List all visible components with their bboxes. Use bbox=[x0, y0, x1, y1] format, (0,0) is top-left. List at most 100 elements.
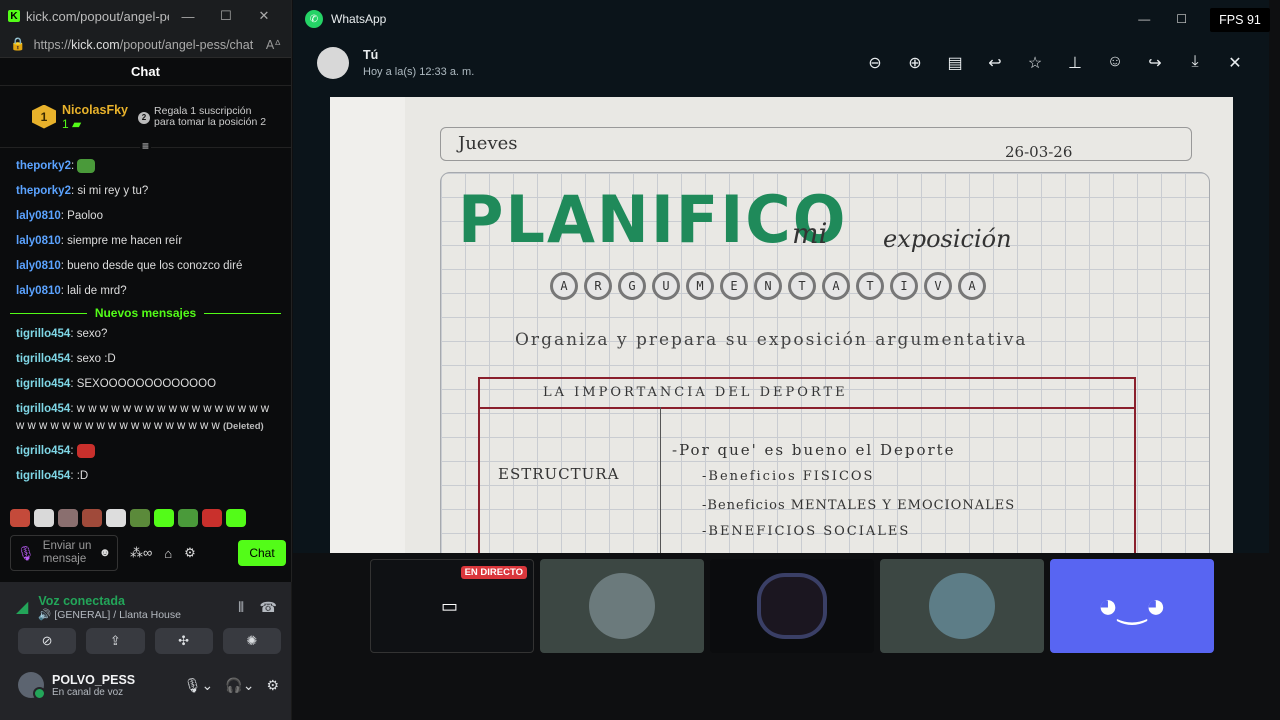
disconnect-icon[interactable]: ☎ bbox=[260, 599, 277, 615]
headphones-icon[interactable]: 🎧⌄ bbox=[225, 677, 254, 694]
chat-text: bueno desde que los conozco diré bbox=[67, 260, 243, 272]
chat-message: tigrillo454: sexo :D bbox=[16, 353, 116, 365]
emote[interactable] bbox=[34, 509, 54, 527]
chat-username[interactable]: theporky2 bbox=[16, 185, 71, 197]
minimize-icon[interactable]: — bbox=[169, 9, 207, 24]
gift-sub-offer[interactable]: 2 Regala 1 suscripción para tomar la pos… bbox=[138, 104, 272, 128]
media-viewer-header: Tú Hoy a la(s) 12:33 a. m. ⊖ ⊕ ▤ ↩ ☆ ⊥ ☺… bbox=[293, 38, 1269, 88]
chat-username[interactable]: laly0810 bbox=[16, 210, 61, 222]
emote[interactable] bbox=[226, 509, 246, 527]
chat-message: laly0810: Paoloo bbox=[16, 210, 103, 222]
kick-popout-window: K kick.com/popout/angel-pes... — ☐ ✕ 🔒 h… bbox=[0, 0, 292, 582]
download-icon[interactable]: ⤓ bbox=[1185, 53, 1205, 73]
emote[interactable] bbox=[58, 509, 78, 527]
close-icon[interactable]: ✕ bbox=[245, 8, 283, 24]
photo-exposicion: exposición bbox=[883, 225, 1012, 253]
emote[interactable] bbox=[82, 509, 102, 527]
soundboard-button[interactable]: ✺ bbox=[222, 628, 281, 654]
voice-connection: ◢ Voz conectada 🔊 [GENERAL] / Llanta Hou… bbox=[0, 582, 291, 624]
photo-bullet: -Beneficios FISICOS bbox=[702, 469, 875, 484]
url-host: kick.com bbox=[71, 37, 120, 52]
participant-tile[interactable] bbox=[880, 559, 1044, 653]
signal-icon[interactable]: ◢ bbox=[16, 597, 28, 617]
gear-icon[interactable]: ⚙ bbox=[184, 545, 196, 561]
voice-channel[interactable]: 🔊 [GENERAL] / Llanta House bbox=[38, 608, 181, 621]
screen-share-button[interactable]: ⇪ bbox=[86, 628, 145, 654]
forward-icon[interactable]: ↪ bbox=[1145, 53, 1165, 73]
address-bar[interactable]: 🔒 https://kick.com/popout/angel-pess/cha… bbox=[0, 32, 291, 58]
pin-icon[interactable]: ⊥ bbox=[1065, 53, 1085, 73]
emoji-icon[interactable]: ☻ bbox=[99, 547, 111, 560]
username: POLVO_PESS bbox=[52, 672, 136, 687]
zoom-out-icon[interactable]: ⊖ bbox=[865, 53, 885, 73]
chat-text: lali de mrd? bbox=[67, 285, 127, 297]
photo-date: 26-03-26 bbox=[1005, 143, 1073, 161]
gift-sub-text: Regala 1 suscripción para tomar la posic… bbox=[154, 104, 267, 128]
store-icon[interactable]: ⌂ bbox=[164, 546, 172, 561]
top-gifters-bar: 1 NicolasFky 1 ▰ 2 Regala 1 suscripción … bbox=[0, 86, 291, 153]
gear-icon[interactable]: ⚙ bbox=[266, 677, 279, 694]
participant-tile[interactable] bbox=[540, 559, 704, 653]
chat-username[interactable]: laly0810 bbox=[16, 285, 61, 297]
close-icon[interactable]: ✕ bbox=[1225, 53, 1245, 73]
emote[interactable] bbox=[154, 509, 174, 527]
star-icon[interactable]: ☆ bbox=[1025, 53, 1045, 73]
maximize-icon[interactable]: ☐ bbox=[207, 8, 245, 24]
participant-tile[interactable]: ◕‿◕ bbox=[1050, 559, 1214, 653]
emote bbox=[76, 443, 95, 458]
send-chat-button[interactable]: Chat bbox=[238, 540, 286, 566]
camera-off-button[interactable]: ⊘ bbox=[18, 628, 77, 654]
avatar[interactable] bbox=[18, 672, 46, 700]
zoom-in-icon[interactable]: ⊕ bbox=[905, 53, 925, 73]
chat-username[interactable]: laly0810 bbox=[16, 260, 61, 272]
emote[interactable] bbox=[130, 509, 150, 527]
chat-text: :D bbox=[76, 470, 89, 482]
whatsapp-window: ✆ WhatsApp — ☐ Tú Hoy a la(s) 12:33 a. m… bbox=[293, 0, 1269, 553]
mic-icon[interactable]: 🎙 bbox=[17, 546, 35, 560]
app-title: WhatsApp bbox=[331, 12, 387, 26]
fps-counter: FPS 91 bbox=[1210, 8, 1270, 32]
participant-tile[interactable] bbox=[710, 559, 874, 653]
gift-icon[interactable]: ⁂∞ bbox=[130, 545, 152, 561]
chat-username[interactable]: theporky2 bbox=[16, 160, 71, 172]
live-badge: EN DIRECTO bbox=[460, 566, 527, 579]
stream-tile[interactable]: EN DIRECTO ▭ bbox=[370, 559, 534, 653]
chat-message: laly0810: siempre me hacen reír bbox=[16, 235, 183, 247]
reader-mode-icon[interactable]: Aᐞ bbox=[266, 37, 281, 52]
go-to-message-icon[interactable]: ▤ bbox=[945, 53, 965, 73]
discord-stream-tiles: EN DIRECTO ▭ ◕‿◕ bbox=[370, 559, 1214, 653]
top-gifter[interactable]: NicolasFky 1 ▰ bbox=[62, 103, 128, 131]
avatar[interactable] bbox=[317, 47, 349, 79]
emote[interactable] bbox=[202, 509, 222, 527]
rank-1-badge: 1 bbox=[32, 104, 56, 129]
photo-bullet: -Por que' es bueno el Deporte bbox=[672, 441, 956, 459]
emote[interactable] bbox=[106, 509, 126, 527]
photo-title: PLANIFICO bbox=[458, 181, 848, 258]
chat-message: tigrillo454: bbox=[0, 439, 291, 464]
chat-username[interactable]: tigrillo454 bbox=[16, 445, 70, 457]
chat-username[interactable]: tigrillo454 bbox=[16, 470, 70, 482]
lock-icon: 🔒 bbox=[10, 37, 26, 51]
react-icon[interactable]: ☺ bbox=[1105, 53, 1125, 73]
chat-username[interactable]: tigrillo454 bbox=[16, 378, 70, 390]
maximize-icon[interactable]: ☐ bbox=[1176, 12, 1187, 26]
chat-username[interactable]: tigrillo454 bbox=[16, 403, 70, 415]
user-area: POLVO_PESS En canal de voz 🎙⌄ 🎧⌄ ⚙ bbox=[0, 672, 291, 700]
message-timestamp: Hoy a la(s) 12:33 a. m. bbox=[363, 66, 475, 78]
emote[interactable] bbox=[10, 509, 30, 527]
reply-icon[interactable]: ↩ bbox=[985, 53, 1005, 73]
chat-username[interactable]: tigrillo454 bbox=[16, 353, 70, 365]
url-prefix: https:// bbox=[33, 37, 72, 52]
collapse-icon[interactable]: ≡ bbox=[140, 139, 152, 153]
chat-input[interactable]: 🎙 Enviar un mensaje ☻ bbox=[10, 535, 118, 571]
mic-icon[interactable]: 🎙⌄ bbox=[184, 677, 214, 694]
activities-button[interactable]: ✣ bbox=[154, 628, 213, 654]
chat-placeholder: Enviar un mensaje bbox=[42, 540, 92, 565]
notebook-photo[interactable]: Jueves 26-03-26 PLANIFICO mi exposición … bbox=[330, 97, 1233, 553]
chat-title: Chat bbox=[0, 58, 291, 86]
noise-suppression-icon[interactable]: ⫴ bbox=[238, 599, 244, 615]
chat-username[interactable]: laly0810 bbox=[16, 235, 61, 247]
emote[interactable] bbox=[178, 509, 198, 527]
minimize-icon[interactable]: — bbox=[1138, 12, 1150, 26]
chat-username[interactable]: tigrillo454 bbox=[16, 328, 70, 340]
